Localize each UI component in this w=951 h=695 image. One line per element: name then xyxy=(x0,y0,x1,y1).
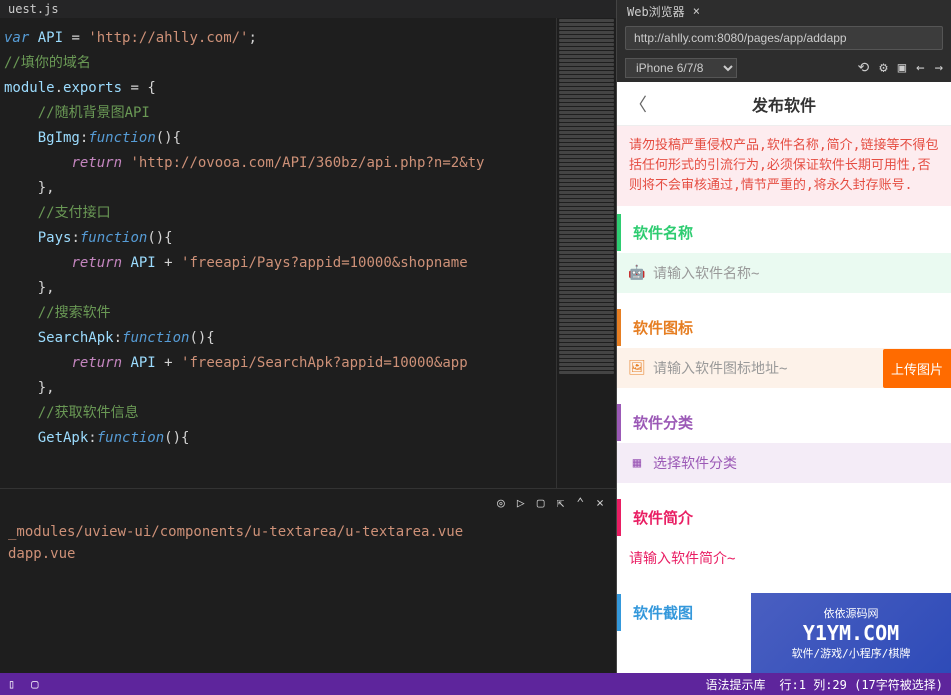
image-icon: 🖼 xyxy=(629,360,645,376)
editor-tab[interactable]: uest.js xyxy=(0,0,616,18)
code-content[interactable]: var API = 'http://ahlly.com/'; //填你的域名 m… xyxy=(0,18,556,488)
terminal-icon[interactable]: ▯ xyxy=(8,677,15,691)
terminal-line: _modules/uview-ui/components/u-textarea/… xyxy=(8,521,608,543)
app-header: 〈 发布软件 xyxy=(617,82,951,126)
close-icon[interactable]: × xyxy=(693,4,700,18)
stop-icon[interactable]: ▢ xyxy=(537,496,545,511)
warning-banner: 请勿投稿严重侵权产品,软件名称,简介,链接等不得包括任何形式的引流行为,必须保证… xyxy=(617,126,951,206)
url-input[interactable] xyxy=(625,26,943,50)
android-icon: 🤖 xyxy=(629,265,645,281)
close-icon[interactable]: ⨯ xyxy=(596,496,604,511)
name-placeholder: 请输入软件名称~ xyxy=(653,263,939,283)
grammar-hint[interactable]: 语法提示库 xyxy=(706,676,766,693)
upload-button[interactable]: 上传图片 xyxy=(883,349,951,388)
chevron-up-icon[interactable]: ⌃ xyxy=(576,496,584,511)
browser-viewport: 〈 发布软件 请勿投稿严重侵权产品,软件名称,简介,链接等不得包括任何形式的引流… xyxy=(617,82,951,673)
terminal-toolbar: ◎ ▷ ▢ ⇱ ⌃ ⨯ xyxy=(0,489,616,517)
terminal-line: dapp.vue xyxy=(8,543,608,565)
panel-icon[interactable]: ▢ xyxy=(31,677,38,691)
category-select[interactable]: ▦ 选择软件分类 xyxy=(617,443,951,483)
code-area[interactable]: var API = 'http://ahlly.com/'; //填你的域名 m… xyxy=(0,18,616,488)
section-title-name: 软件名称 xyxy=(617,214,951,251)
minimap[interactable] xyxy=(556,18,616,488)
page-title: 发布软件 xyxy=(752,92,816,116)
status-bar: ▯ ▢ 语法提示库 行:1 列:29 (17字符被选择) xyxy=(0,673,951,695)
url-bar xyxy=(617,22,951,54)
gear-icon[interactable]: ⚙ xyxy=(879,60,887,76)
forward-icon[interactable]: → xyxy=(935,60,943,76)
screenshot-icon[interactable]: ▣ xyxy=(898,60,906,76)
run-icon[interactable]: ▷ xyxy=(517,496,525,511)
icon-input[interactable]: 🖼 请输入软件图标地址~ 上传图片 xyxy=(617,348,951,388)
browser-tab-title: Web浏览器 xyxy=(627,3,685,20)
device-toolbar: iPhone 6/7/8 ⟲ ⚙ ▣ ← → xyxy=(617,54,951,82)
rotate-icon[interactable]: ⟲ xyxy=(858,60,870,76)
grid-icon: ▦ xyxy=(629,455,645,471)
terminal-area: ◎ ▷ ▢ ⇱ ⌃ ⨯ _modules/uview-ui/components… xyxy=(0,488,616,673)
icon-placeholder: 请输入软件图标地址~ xyxy=(653,358,875,378)
back-icon[interactable]: 〈 xyxy=(629,91,647,117)
category-placeholder: 选择软件分类 xyxy=(653,453,939,473)
back-icon[interactable]: ← xyxy=(916,60,924,76)
target-icon[interactable]: ◎ xyxy=(497,496,505,511)
intro-input[interactable]: 请输入软件简介~ xyxy=(617,538,951,578)
section-title-category: 软件分类 xyxy=(617,404,951,441)
section-title-icon: 软件图标 xyxy=(617,309,951,346)
device-select[interactable]: iPhone 6/7/8 xyxy=(625,58,737,78)
browser-pane: Web浏览器 × iPhone 6/7/8 ⟲ ⚙ ▣ ← → 〈 发布软件 请… xyxy=(616,0,951,673)
section-title-intro: 软件简介 xyxy=(617,499,951,536)
terminal-content[interactable]: _modules/uview-ui/components/u-textarea/… xyxy=(0,517,616,673)
watermark: 依依源码网 Y1YM.COM 软件/游戏/小程序/棋牌 xyxy=(751,593,951,673)
cursor-position[interactable]: 行:1 列:29 (17字符被选择) xyxy=(780,676,943,693)
name-input[interactable]: 🤖 请输入软件名称~ xyxy=(617,253,951,293)
export-icon[interactable]: ⇱ xyxy=(557,496,565,511)
browser-tab[interactable]: Web浏览器 × xyxy=(617,0,951,22)
editor-pane: uest.js var API = 'http://ahlly.com/'; /… xyxy=(0,0,616,673)
